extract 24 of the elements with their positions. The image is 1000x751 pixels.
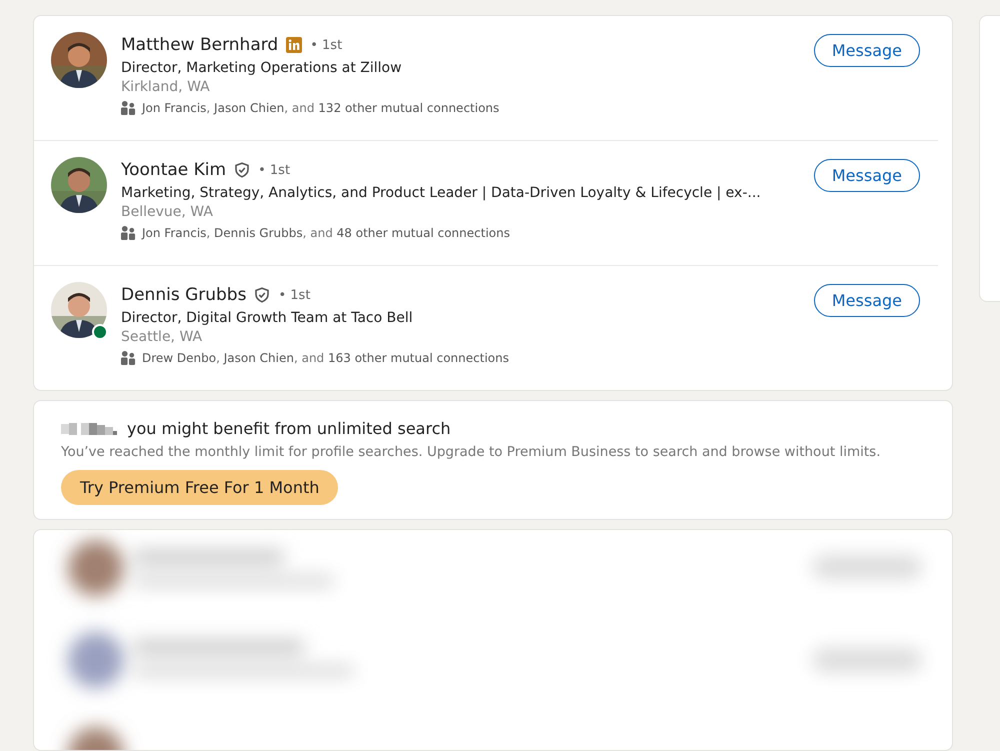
people-icon [121,350,136,365]
promo-title: you might benefit from unlimited search [127,419,451,438]
message-button[interactable]: Message [814,34,920,67]
connection-degree: • 1st [278,288,310,302]
people-icon [121,225,136,240]
connection-degree: • 1st [310,38,342,52]
mutual-connections-link[interactable]: Drew Denbo, Jason Chien, and 163 other mutual connections [142,350,509,364]
person-name-link[interactable]: Matthew Bernhard [121,35,278,55]
promo-text: You’ve reached the monthly limit for profile searches. Upgrade to Premium Business to search and browse without limits. [61,444,882,460]
message-button[interactable]: Message [814,284,920,317]
people-icon [121,100,136,115]
connection-degree: • 1st [258,162,290,178]
person-location: Bellevue, WA [121,204,214,220]
person-headline: Marketing, Strategy, Analytics, and Product Leader | Data-Driven Loyalty & Lifecycle | ex-... [121,185,762,201]
person-location: Seattle, WA [121,329,204,345]
try-premium-button[interactable]: Try Premium Free For 1 Month [61,470,338,505]
person-name-link[interactable]: Dennis Grubbs [121,285,246,305]
mutual-connections-link[interactable]: Jon Francis, Dennis Grubbs, and 48 other mutual connections [142,226,510,240]
person-headline: Director, Marketing Operations at Zillow [121,60,403,76]
mutual-connections-link[interactable]: Jon Francis, Jason Chien, and 132 other mutual connections [142,100,500,114]
person-location: Kirkland, WA [121,79,211,95]
person-name-link[interactable]: Yoontae Kim [121,160,226,180]
message-button[interactable]: Message [814,159,920,192]
person-headline: Director, Digital Growth Team at Taco Bell [121,310,414,326]
